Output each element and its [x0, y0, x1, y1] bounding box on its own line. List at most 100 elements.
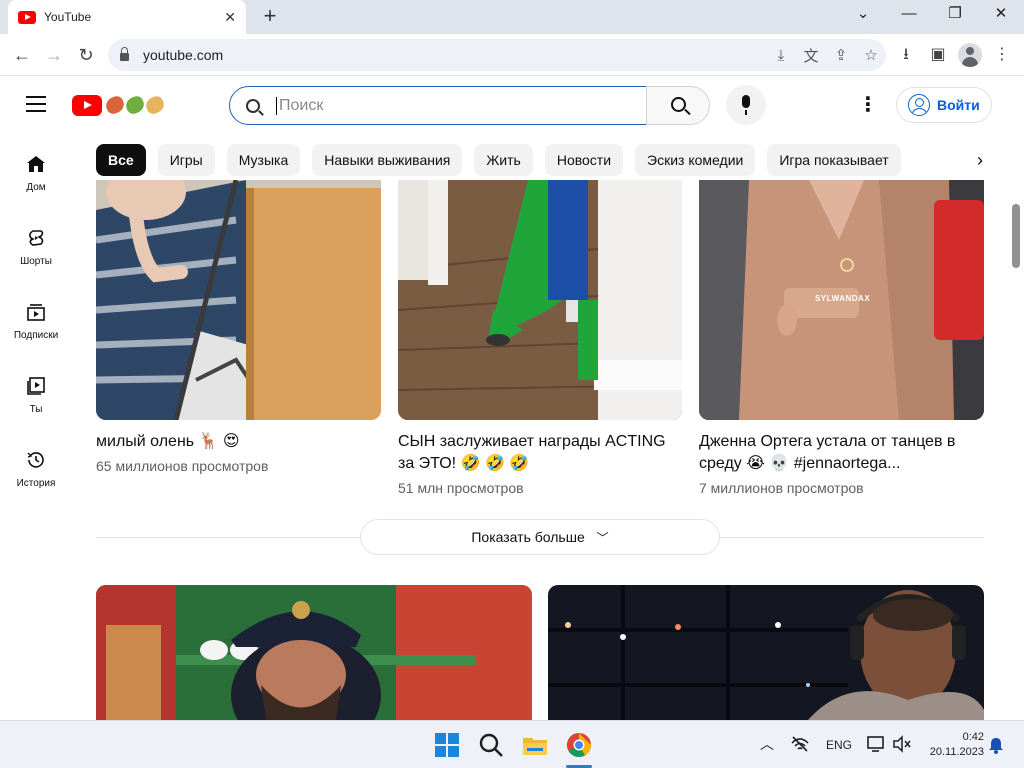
youtube-header: ⋮ Войти	[0, 76, 1024, 134]
side-panel-icon[interactable]: ▣	[926, 44, 950, 66]
lock-icon	[120, 47, 129, 61]
you-icon	[27, 377, 45, 395]
sidebar-item-label: Дом	[26, 182, 46, 193]
search-field[interactable]	[229, 86, 647, 125]
sign-in-button[interactable]: Войти	[896, 87, 992, 123]
windows-taskbar: ︿ ENG 0:42 20.11.2023	[0, 720, 1024, 768]
chip-survival-skills[interactable]: Навыки выживания	[312, 144, 463, 176]
search-icon	[671, 97, 686, 112]
show-hidden-icons-chevron-icon[interactable]: ︿	[760, 734, 774, 754]
tab-close-icon[interactable]: ✕	[224, 9, 236, 26]
windows-start-icon[interactable]	[433, 731, 461, 759]
volume-muted-icon[interactable]	[892, 735, 912, 753]
search-input[interactable]	[276, 96, 616, 115]
history-icon	[27, 452, 44, 468]
chevron-down-icon: ﹀	[596, 531, 609, 545]
sign-in-label: Войти	[937, 97, 980, 113]
home-icon	[27, 156, 45, 172]
video-thumbnail[interactable]	[398, 180, 682, 420]
youtube-favicon-icon	[18, 10, 36, 24]
chip-music[interactable]: Музыка	[226, 144, 301, 176]
logo-doodle	[103, 93, 167, 117]
chips-next-chevron-icon[interactable]: ›	[968, 148, 992, 172]
microphone-icon	[742, 95, 750, 115]
chip-all[interactable]: Все	[96, 144, 146, 176]
restore-button[interactable]: ❐	[940, 4, 970, 26]
minimize-button[interactable]: —	[894, 4, 924, 26]
address-url: youtube.com	[143, 47, 224, 63]
video-watermark: SYLWANDAX	[815, 294, 871, 303]
account-icon	[908, 94, 930, 116]
input-language[interactable]: ENG	[826, 738, 852, 752]
video-thumbnail[interactable]: SYLWANDAX	[699, 180, 984, 420]
close-window-button[interactable]: ✕	[986, 4, 1016, 26]
browser-toolbar: ← → ↻ youtube.com ⤓ 文 ⇪ ☆ ⭳ ▣ ⋮	[0, 34, 1024, 76]
page-scrollbar-thumb[interactable]	[1012, 204, 1020, 268]
clock-date: 20.11.2023	[929, 746, 984, 758]
sidebar-item-label: Ты	[29, 404, 43, 415]
hamburger-menu-icon[interactable]	[26, 96, 46, 112]
view-count: 51 млн просмотров	[398, 480, 524, 496]
show-more-label: Показать больше	[471, 529, 585, 545]
view-count: 7 миллионов просмотров	[699, 480, 864, 496]
notification-bell-icon[interactable]	[988, 736, 1004, 754]
reload-button[interactable]: ↻	[74, 43, 98, 67]
bookmark-star-icon[interactable]: ☆	[856, 46, 886, 64]
translate-icon[interactable]: 文	[796, 45, 826, 66]
clock-time: 0:42	[962, 731, 984, 743]
back-button[interactable]: ←	[10, 43, 34, 67]
shorts-icon	[29, 230, 44, 246]
tab-title: YouTube	[44, 10, 92, 24]
video-thumbnail-art	[96, 585, 532, 720]
downloads-icon[interactable]: ⭳	[894, 44, 918, 66]
video-thumbnail-art	[548, 585, 984, 720]
sidebar-item-label: Подписки	[13, 330, 59, 341]
video-title[interactable]: милый олень 🦌 😍	[96, 431, 381, 453]
file-explorer-icon[interactable]	[521, 731, 549, 759]
chrome-menu-icon[interactable]: ⋮	[990, 44, 1014, 66]
display-icon[interactable]	[866, 735, 886, 753]
browser-tab-strip: YouTube ✕ + ⌄ — ❐ ✕	[0, 0, 1024, 34]
sidebar-item-home[interactable]: Дом	[4, 154, 68, 224]
video-thumbnail[interactable]	[96, 180, 381, 420]
voice-search-button[interactable]	[726, 85, 766, 125]
sidebar-item-label: Шорты	[20, 256, 52, 267]
taskbar-clock[interactable]: 0:42 20.11.2023	[920, 730, 984, 760]
subscriptions-icon	[27, 304, 45, 321]
sidebar-item-shorts[interactable]: Шорты	[4, 228, 68, 298]
divider	[720, 537, 984, 538]
sidebar-item-subscriptions[interactable]: Подписки	[4, 302, 68, 372]
chip-news[interactable]: Новости	[544, 144, 624, 176]
chip-game-shows[interactable]: Игра показывает	[767, 144, 901, 176]
profile-avatar-icon[interactable]	[958, 43, 982, 67]
sidebar-item-label: История	[16, 478, 56, 489]
share-icon[interactable]: ⇪	[826, 46, 856, 64]
sidebar-item-history[interactable]: История	[4, 450, 68, 520]
chip-games[interactable]: Игры	[157, 144, 215, 176]
settings-kebab-icon[interactable]: ⋮	[858, 94, 878, 116]
video-title[interactable]: Дженна Ортега устала от танцев в среду 😭…	[699, 431, 984, 475]
chrome-icon[interactable]	[565, 731, 593, 759]
address-bar[interactable]: youtube.com ⤓ 文 ⇪ ☆	[108, 39, 886, 71]
youtube-logo[interactable]	[72, 93, 172, 117]
tab-search-chevron-icon[interactable]: ⌄	[848, 4, 878, 26]
short-thumbnail-art	[96, 180, 381, 420]
forward-button[interactable]: →	[42, 43, 66, 67]
show-more-button[interactable]: Показать больше ﹀	[360, 519, 720, 555]
sidebar-item-you[interactable]: Ты	[4, 376, 68, 446]
video-thumbnail[interactable]	[548, 585, 984, 720]
chip-live[interactable]: Жить	[474, 144, 533, 176]
chip-sketch-comedy[interactable]: Эскиз комедии	[635, 144, 756, 176]
search-icon	[246, 98, 260, 113]
install-app-icon[interactable]: ⤓	[766, 47, 796, 64]
new-tab-button[interactable]: +	[259, 4, 281, 30]
search-icon[interactable]	[477, 731, 505, 759]
view-count: 65 миллионов просмотров	[96, 458, 269, 474]
filter-chips-bar: Все Игры Музыка Навыки выживания Жить Но…	[96, 144, 996, 176]
youtube-play-logo-icon	[72, 94, 102, 116]
network-offline-icon[interactable]	[790, 735, 810, 753]
video-title[interactable]: СЫН заслуживает награды ACTING за ЭТО! 🤣…	[398, 431, 682, 475]
browser-tab[interactable]: YouTube ✕	[8, 0, 246, 34]
search-button[interactable]	[646, 86, 710, 125]
video-thumbnail[interactable]	[96, 585, 532, 720]
